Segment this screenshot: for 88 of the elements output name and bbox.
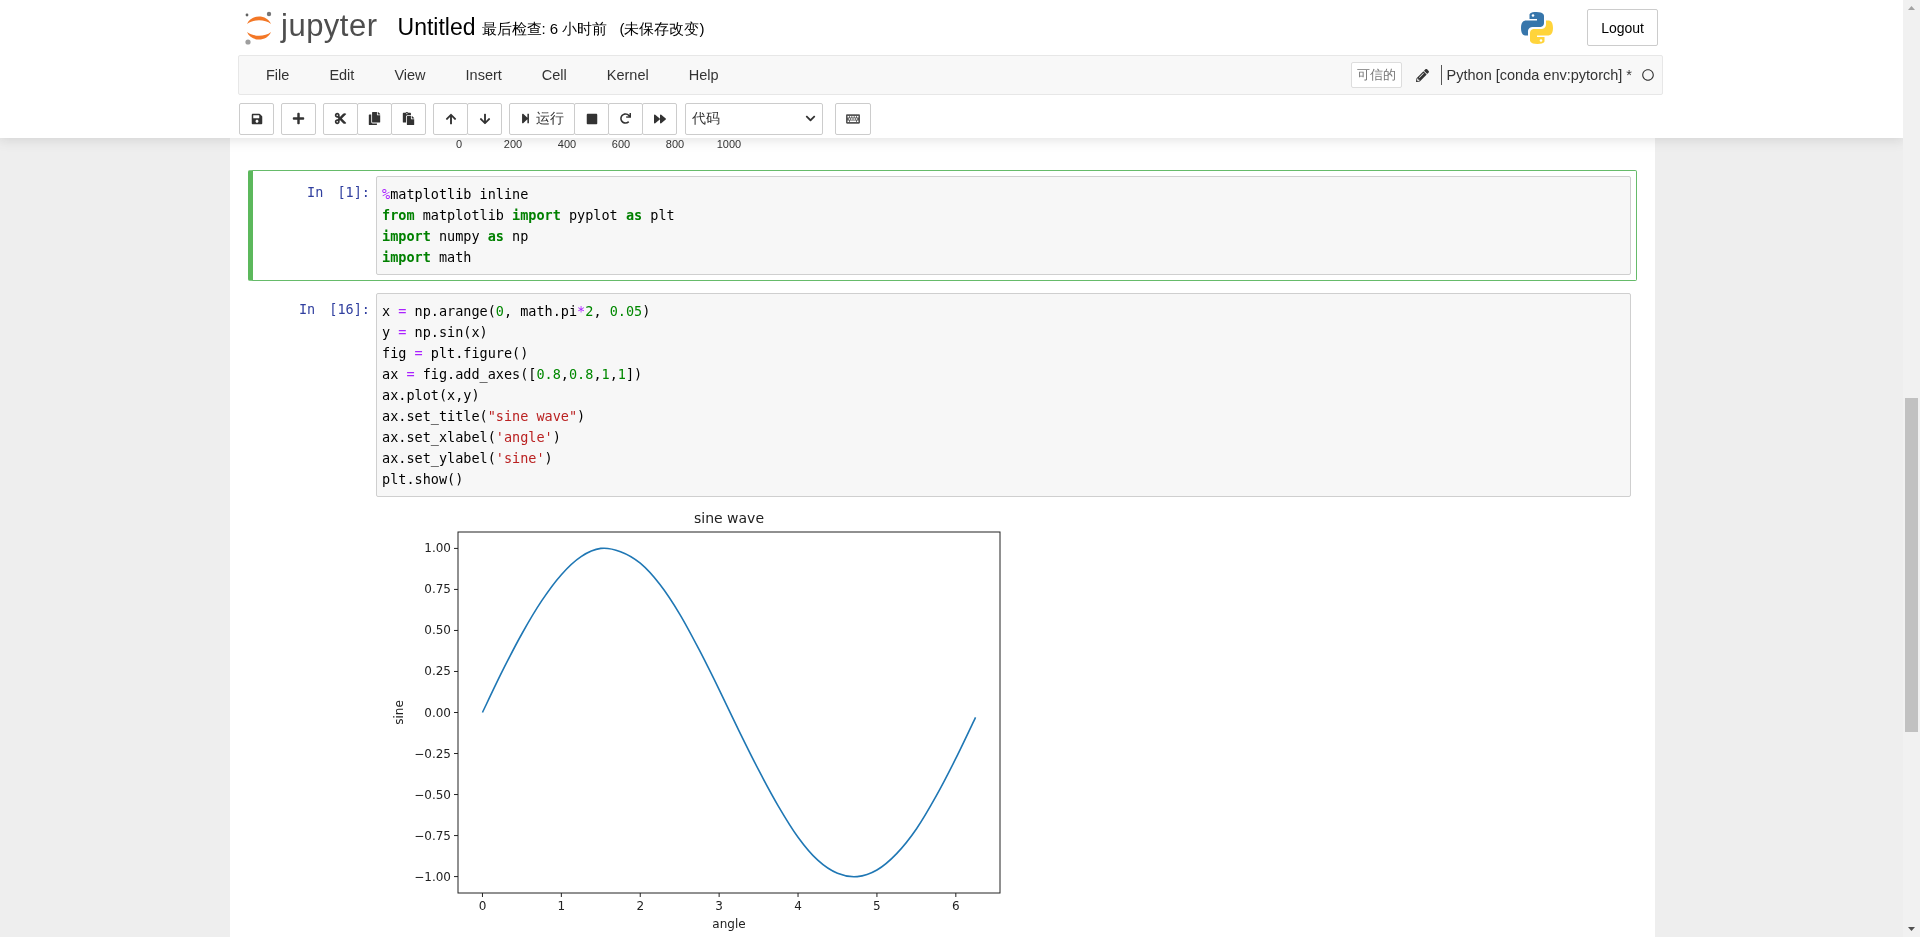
axis-tick-label: 0: [454, 138, 464, 152]
code-cell[interactable]: In [1]: %matplotlib inline from matplotlib import pyplot as plt import numpy as np import math: [248, 170, 1637, 281]
copy-button[interactable]: [357, 102, 392, 135]
x-tick-label: 6: [952, 899, 960, 913]
y-tick-label: 0.25: [424, 664, 451, 679]
checkpoint-status: 最后检查: 6 小时前: [481, 20, 608, 39]
jupyter-logo-text: jupyter: [281, 7, 378, 44]
x-axis-label: angle: [712, 917, 746, 931]
kernel-idle-icon: [1642, 69, 1654, 81]
menu-item[interactable]: Cell: [521, 67, 587, 83]
input-prompt: In [16]:: [297, 300, 371, 319]
copy-icon: [368, 112, 381, 125]
scrollbar[interactable]: [1903, 0, 1920, 937]
x-tick-label: 5: [873, 899, 881, 913]
chevron-down-icon: [805, 113, 816, 124]
y-axis-label: sine: [392, 700, 406, 725]
code-line: plt.show(): [382, 470, 465, 489]
input-prompt: In [1]:: [306, 183, 371, 202]
axis-tick-label: 600: [610, 138, 632, 152]
fast-forward-button[interactable]: [642, 102, 677, 135]
axis-tick-label: 200: [502, 138, 524, 152]
chart-title: sine wave: [693, 510, 765, 526]
code-line: %matplotlib inline: [382, 185, 530, 204]
menu-item[interactable]: File: [246, 67, 310, 83]
logout-button[interactable]: Logout: [1587, 9, 1658, 46]
paste-button[interactable]: [391, 102, 426, 135]
y-tick-label: 0.50: [424, 623, 451, 638]
code-line: ax.set_xlabel('angle'): [382, 428, 562, 448]
x-tick-label: 1: [557, 899, 566, 913]
code-input[interactable]: x = np.arange(0, math.pi*2, 0.05) y = np.sin(x) fig = plt.figure() ax = fig.add_axes([0.8,0.8,1,1]) ax.plot(x,y) ax.set_title("sine wave") ax.set_xlabel('angle') ax.set_ylabel('sine') plt.show(): [376, 293, 1631, 497]
code-line: x = np.arange(0, math.pi*2, 0.05): [382, 302, 652, 321]
code-line: fig = plt.figure(): [382, 344, 530, 363]
stop-button[interactable]: [574, 102, 609, 135]
trusted-badge[interactable]: 可信的: [1350, 62, 1402, 88]
run-button[interactable]: 运行: [509, 102, 575, 135]
arrow-down-icon: [478, 112, 491, 125]
paste-icon: [402, 112, 415, 125]
restart-icon: [620, 113, 631, 124]
menu-item[interactable]: Kernel: [586, 67, 669, 83]
code-line: ax.set_ylabel('sine'): [382, 449, 554, 469]
code-line: import numpy as np: [382, 227, 530, 246]
step-forward-icon: [520, 113, 531, 124]
restart-button[interactable]: [608, 102, 643, 135]
menu-item[interactable]: View: [374, 67, 446, 83]
axis-tick-label: 1000: [715, 138, 743, 152]
code-line: from matplotlib import pyplot as plt: [382, 206, 676, 225]
code-line: ax.set_title("sine wave"): [382, 407, 587, 427]
plus-icon: [292, 112, 305, 125]
axis-tick-label: 400: [556, 138, 578, 152]
menu-item[interactable]: Insert: [445, 67, 522, 83]
cell-type-select[interactable]: 代码: [685, 102, 823, 135]
move-down-button[interactable]: [467, 102, 502, 135]
keyboard-button[interactable]: [835, 102, 871, 135]
save-icon: [250, 112, 263, 125]
pencil-icon[interactable]: [1415, 68, 1429, 82]
add-cell-button[interactable]: [281, 102, 316, 135]
move-up-button[interactable]: [433, 102, 468, 135]
keyboard-icon: [846, 111, 860, 126]
python-logo-icon: [1519, 9, 1556, 46]
arrow-up-icon: [444, 112, 457, 125]
menu-item[interactable]: Edit: [309, 67, 375, 83]
fast-forward-icon: [653, 112, 666, 125]
y-tick-label: −0.50: [414, 787, 451, 802]
y-tick-label: 0.75: [424, 582, 451, 597]
y-tick-label: 1.00: [424, 541, 451, 556]
y-tick-label: −0.25: [414, 746, 451, 761]
cut-button[interactable]: [323, 102, 358, 135]
scissors-icon: [334, 112, 347, 125]
y-tick-label: −0.75: [414, 828, 451, 843]
y-tick-label: −1.00: [414, 869, 451, 884]
autosave-status: (未保存改变): [619, 20, 705, 39]
code-input[interactable]: %matplotlib inline from matplotlib import pyplot as plt import numpy as np import math: [376, 176, 1631, 275]
notebook-name[interactable]: Untitled: [397, 14, 476, 41]
axis-tick-label: 800: [664, 138, 686, 152]
code-line: ax.plot(x,y): [382, 386, 481, 405]
code-line: import math: [382, 248, 473, 267]
scroll-thumb[interactable]: [1905, 398, 1918, 732]
code-line: y = np.sin(x): [382, 323, 489, 342]
save-button[interactable]: [239, 102, 274, 135]
kernel-name: Python [conda env:pytorch] *: [1440, 65, 1632, 85]
code-line: ax = fig.add_axes([0.8,0.8,1,1]): [382, 365, 644, 385]
y-tick-label: 0.00: [424, 705, 451, 720]
x-tick-label: 3: [715, 899, 723, 913]
x-tick-label: 0: [478, 899, 487, 913]
menu-item[interactable]: Help: [668, 67, 739, 83]
x-tick-label: 4: [794, 899, 802, 913]
x-tick-label: 2: [636, 899, 645, 913]
stop-icon: [585, 112, 598, 125]
